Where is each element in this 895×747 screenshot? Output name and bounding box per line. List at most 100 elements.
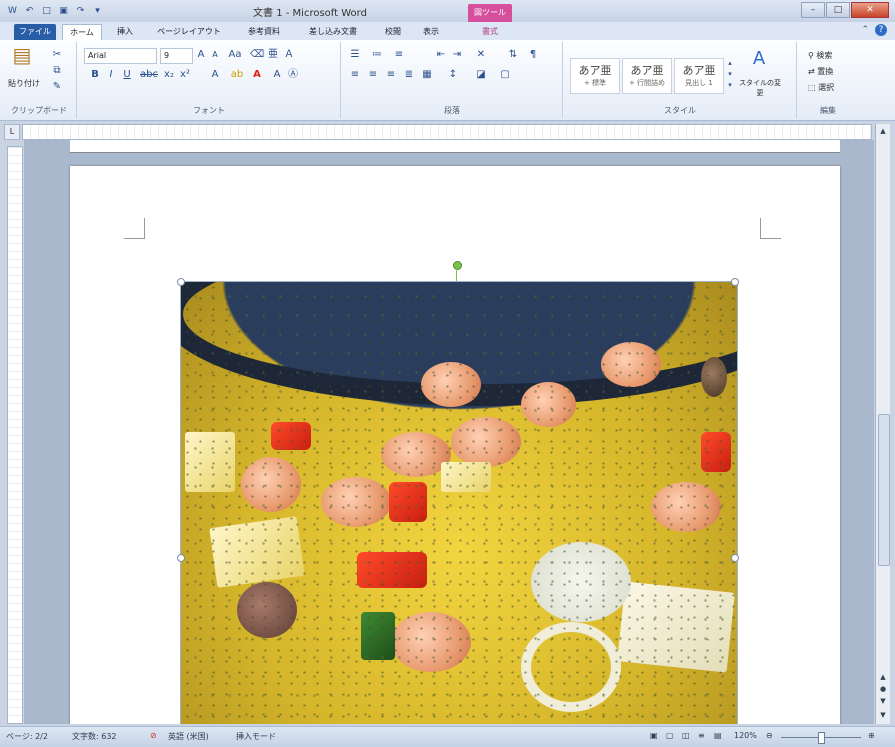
style-gallery-scroll-icon[interactable]: ▴ ▾ ▾ xyxy=(726,58,734,92)
font-size-select[interactable]: 9 xyxy=(160,48,193,64)
draft-view-icon[interactable]: ▤ xyxy=(714,731,722,740)
language[interactable]: 英語 (米国) xyxy=(168,731,209,742)
vertical-scrollbar[interactable]: ▲ ▲ ● ▼ ▼ xyxy=(875,124,890,724)
resize-handle-w[interactable] xyxy=(177,554,185,562)
shading-icon[interactable]: ◪ xyxy=(474,68,488,82)
find-button[interactable]: ⚲ 検索 xyxy=(808,50,832,61)
prev-page-icon[interactable]: ▲ xyxy=(878,672,888,682)
show-marks-icon[interactable]: ¶ xyxy=(526,48,540,62)
grow-font-icon[interactable]: A xyxy=(194,48,208,62)
minimize-ribbon-icon[interactable]: ⌃ xyxy=(861,25,869,35)
phonetic-guide-icon[interactable]: 亜 xyxy=(266,48,280,62)
rotation-handle[interactable] xyxy=(453,261,462,270)
change-styles-button[interactable]: スタイルの変更 xyxy=(738,78,782,98)
italic-icon[interactable]: I xyxy=(104,68,118,82)
paella-photo[interactable] xyxy=(180,281,738,724)
justify-icon[interactable]: ≣ xyxy=(402,68,416,82)
strikethrough-icon[interactable]: abc xyxy=(140,68,158,82)
text-effects-icon[interactable]: A xyxy=(208,68,222,82)
resize-handle-ne[interactable] xyxy=(731,278,739,286)
paste-icon[interactable]: ▤ xyxy=(10,45,34,74)
select-button[interactable]: ⬚ 選択 xyxy=(808,82,834,93)
superscript-icon[interactable]: x² xyxy=(178,68,192,82)
previous-page-edge xyxy=(70,140,840,153)
tab-view[interactable]: 表示 xyxy=(414,24,448,40)
next-page-icon[interactable]: ▼ xyxy=(878,696,888,706)
word-count[interactable]: 文字数: 632 xyxy=(72,731,117,742)
zoom-out-icon[interactable]: ⊖ xyxy=(766,731,773,740)
document-page[interactable] xyxy=(70,166,840,724)
tab-review[interactable]: 校閲 xyxy=(376,24,410,40)
decrease-indent-icon[interactable]: ⇤ xyxy=(434,48,448,62)
shrink-font-icon[interactable]: A xyxy=(208,48,222,62)
style-normal[interactable]: あア亜 + 標準 xyxy=(570,58,620,94)
numbering-icon[interactable]: ≔ xyxy=(370,48,384,62)
cut-icon[interactable]: ✂ xyxy=(50,48,64,62)
clear-format-icon[interactable]: ⌫ xyxy=(250,48,264,62)
editing-group-label: 編集 xyxy=(820,106,836,115)
tab-insert[interactable]: 挿入 xyxy=(108,24,142,40)
font-color-icon[interactable]: A xyxy=(250,68,264,82)
font-name-select[interactable]: Arial xyxy=(84,48,157,64)
tab-mailings[interactable]: 差し込み文書 xyxy=(296,24,370,40)
replace-button[interactable]: ⇄ 置換 xyxy=(808,66,833,77)
tab-format[interactable]: 書式 xyxy=(468,24,512,40)
close-button[interactable]: ✕ xyxy=(851,2,889,18)
page-count[interactable]: ページ: 2/2 xyxy=(6,731,48,742)
clipboard-group-label: クリップボード xyxy=(11,106,67,115)
rotation-handle-stem xyxy=(456,268,457,281)
zoom-in-icon[interactable]: ⊕ xyxy=(868,731,875,740)
highlight-icon[interactable]: ab xyxy=(230,68,244,82)
style-no-spacing[interactable]: あア亜 + 行間詰め xyxy=(622,58,672,94)
maximize-button[interactable]: □ xyxy=(826,2,850,18)
align-left-icon[interactable]: ≡ xyxy=(348,68,362,82)
tab-home[interactable]: ホーム xyxy=(62,24,102,41)
align-center-icon[interactable]: ≡ xyxy=(366,68,380,82)
help-icon[interactable]: ? xyxy=(875,24,887,36)
zoom-level[interactable]: 120% xyxy=(734,731,757,740)
scroll-down-icon[interactable]: ▼ xyxy=(878,710,888,720)
insert-mode[interactable]: 挿入モード xyxy=(236,731,276,742)
bold-icon[interactable]: B xyxy=(88,68,102,82)
print-layout-view-icon[interactable]: ▣ xyxy=(650,731,658,740)
paste-button-label[interactable]: 貼り付け xyxy=(4,78,44,89)
proofing-icon[interactable]: ⊘ xyxy=(150,731,157,740)
subscript-icon[interactable]: x₂ xyxy=(162,68,176,82)
browse-object-icon[interactable]: ● xyxy=(878,684,888,694)
format-painter-icon[interactable]: ✎ xyxy=(50,80,64,94)
outline-view-icon[interactable]: ≡ xyxy=(698,731,705,740)
align-right-icon[interactable]: ≡ xyxy=(384,68,398,82)
underline-icon[interactable]: U xyxy=(120,68,134,82)
minimize-button[interactable]: – xyxy=(801,2,825,18)
enclose-char-icon[interactable]: Ａ xyxy=(282,48,296,62)
char-border-icon[interactable]: Ⓐ xyxy=(286,68,300,82)
zoom-slider-knob[interactable] xyxy=(818,732,825,744)
multilevel-list-icon[interactable]: ≡ xyxy=(392,48,406,62)
tab-page-layout[interactable]: ページレイアウト xyxy=(146,24,232,40)
tab-references[interactable]: 参考資料 xyxy=(238,24,290,40)
herb-sprinkle xyxy=(181,282,737,724)
tab-file[interactable]: ファイル xyxy=(14,24,56,40)
group-editing: ⚲ 検索 ⇄ 置換 ⬚ 選択 編集 xyxy=(798,42,858,118)
bullets-icon[interactable]: ☰ xyxy=(348,48,362,62)
resize-handle-nw[interactable] xyxy=(177,278,185,286)
borders-icon[interactable]: ▢ xyxy=(498,68,512,82)
tab-selector[interactable]: L xyxy=(4,124,20,140)
increase-indent-icon[interactable]: ⇥ xyxy=(450,48,464,62)
resize-handle-e[interactable] xyxy=(731,554,739,562)
full-screen-view-icon[interactable]: ▢ xyxy=(666,731,674,740)
asian-layout-icon[interactable]: ✕ xyxy=(474,48,488,62)
copy-icon[interactable]: ⧉ xyxy=(50,64,64,78)
distribute-icon[interactable]: ▦ xyxy=(420,68,434,82)
sort-icon[interactable]: ⇅ xyxy=(506,48,520,62)
change-case-icon[interactable]: Aa xyxy=(228,48,242,62)
vertical-ruler[interactable] xyxy=(7,146,23,724)
scroll-up-icon[interactable]: ▲ xyxy=(878,126,888,136)
char-shading-icon[interactable]: A xyxy=(270,68,284,82)
styles-change-icon[interactable]: A xyxy=(744,50,774,74)
style-heading-1[interactable]: あア亜 見出し 1 xyxy=(674,58,724,94)
web-layout-view-icon[interactable]: ◫ xyxy=(682,731,690,740)
scroll-thumb[interactable] xyxy=(878,414,890,566)
horizontal-ruler[interactable] xyxy=(22,124,872,140)
line-spacing-icon[interactable]: ↕ xyxy=(446,68,460,82)
